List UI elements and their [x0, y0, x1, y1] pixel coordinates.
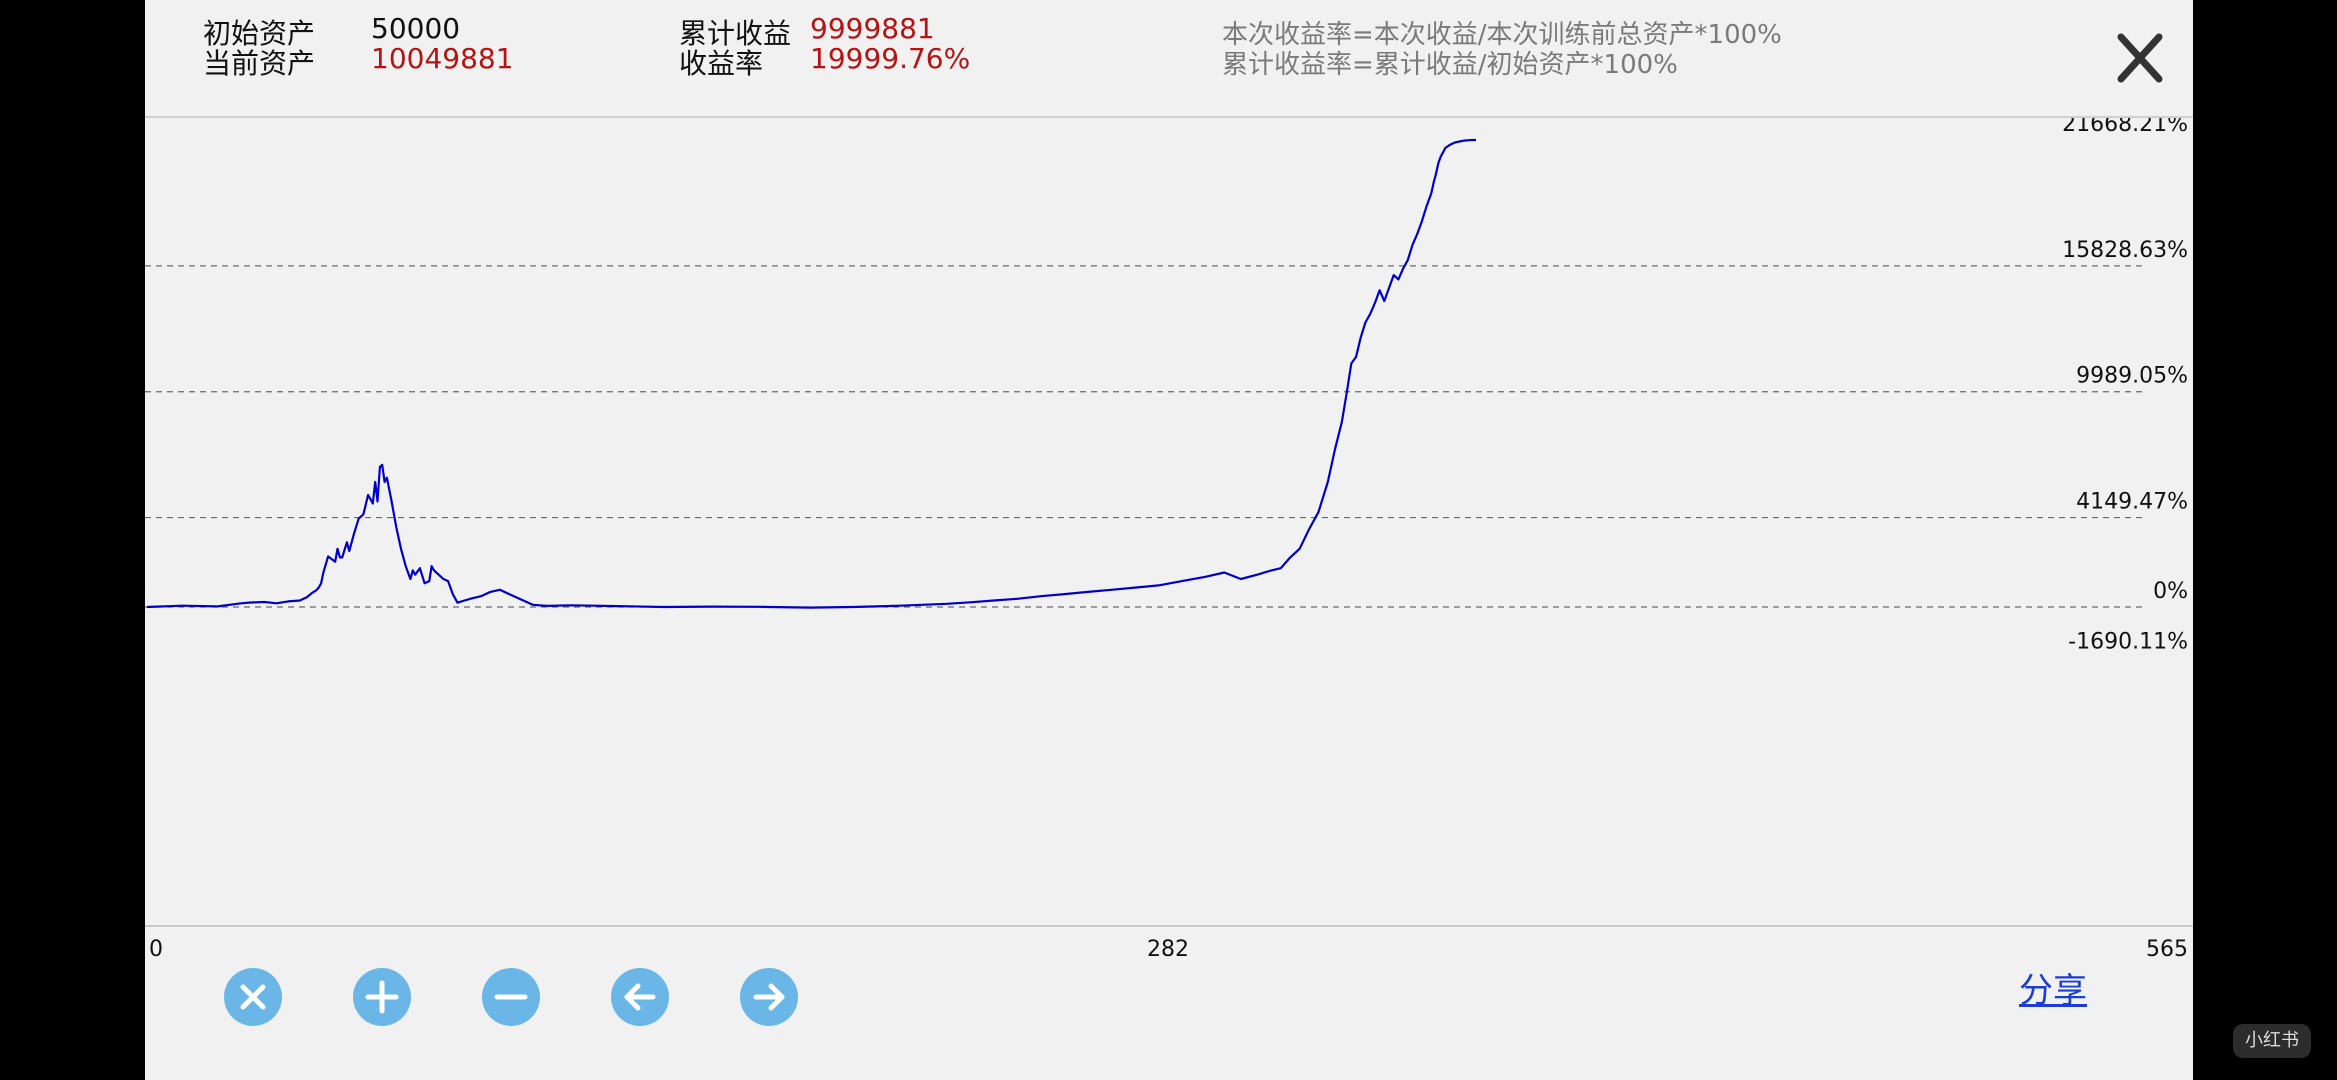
back-button[interactable]: [611, 968, 669, 1026]
clear-button[interactable]: [224, 968, 282, 1026]
arrow-left-icon: [624, 983, 656, 1011]
equity-curve-chart: 21668.21% 15828.63% 9989.05% 4149.47% 0% -169…: [145, 118, 2193, 962]
clear-icon: [240, 984, 266, 1010]
forward-button[interactable]: [740, 968, 798, 1026]
x-axis-labels: 0 282 565: [149, 937, 2188, 962]
zoom-out-button[interactable]: [482, 968, 540, 1026]
return-rate-label: 收益率: [679, 47, 764, 80]
minus-icon: [494, 994, 528, 1000]
y-tick-label: 0%: [2153, 579, 2188, 604]
y-axis-labels: 21668.21% 15828.63% 9989.05% 4149.47% 0% -169…: [2062, 118, 2188, 654]
app-screen: 初始资产 50000 当前资产 10049881 累计收益 9999881 收益…: [145, 0, 2193, 1080]
chart-gridlines: [145, 265, 2143, 608]
cumulative-profit-value: 9999881: [810, 12, 935, 45]
zoom-in-button[interactable]: [353, 968, 411, 1026]
x-tick-label: 565: [2146, 937, 2188, 962]
plus-icon: [365, 980, 399, 1014]
y-tick-label: 15828.63%: [2062, 238, 2188, 263]
equity-curve-line: [146, 138, 1476, 609]
watermark-logo: 小红书: [2233, 1024, 2311, 1058]
current-assets-value: 10049881: [371, 42, 514, 75]
return-rate-value: 19999.76%: [810, 42, 971, 75]
y-tick-label: 21668.21%: [2062, 118, 2188, 137]
stats-header: 初始资产 50000 当前资产 10049881 累计收益 9999881 收益…: [145, 0, 2193, 116]
close-button[interactable]: [2105, 25, 2175, 91]
y-tick-label: 9989.05%: [2076, 364, 2188, 389]
close-icon: [2117, 33, 2163, 83]
x-tick-label: 0: [149, 937, 163, 962]
initial-assets-value: 50000: [371, 12, 461, 45]
arrow-right-icon: [753, 983, 785, 1011]
x-tick-label: 282: [1147, 937, 1189, 962]
share-link[interactable]: 分享: [2019, 963, 2087, 1012]
current-assets-label: 当前资产: [203, 47, 316, 80]
y-tick-label: 4149.47%: [2076, 490, 2188, 515]
y-tick-label: -1690.11%: [2068, 629, 2188, 654]
cumulative-rate-note: 累计收益率=累计收益/初始资产*100%: [1222, 50, 1678, 80]
